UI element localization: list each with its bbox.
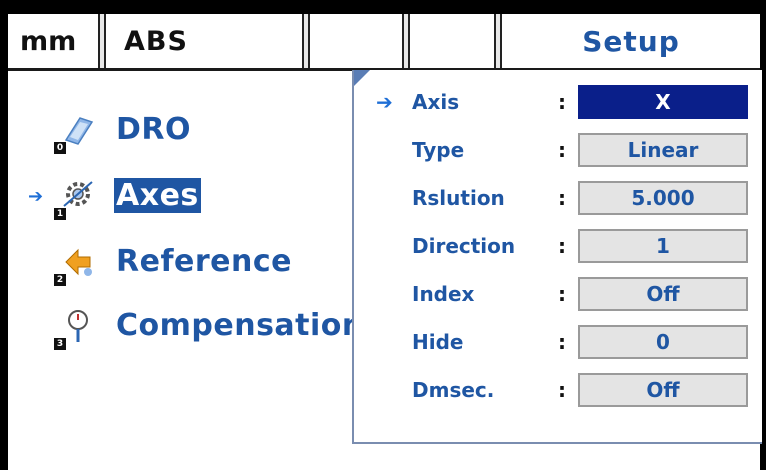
setting-value-field[interactable]: 5.000 xyxy=(578,181,748,215)
menu-number-badge: 0 xyxy=(54,142,66,154)
setting-value-field[interactable]: 0 xyxy=(578,325,748,359)
status-separator xyxy=(402,14,410,68)
status-slot-empty xyxy=(310,14,390,68)
setting-row-resolution[interactable]: Rslution : 5.000 xyxy=(354,176,762,224)
setting-colon: : xyxy=(558,234,566,258)
page-title: Setup xyxy=(582,24,680,58)
menu-label: Axes xyxy=(114,178,201,213)
menu-item-dro[interactable]: 0 DRO xyxy=(8,110,348,158)
setting-row-axis[interactable]: ➔ Axis : X xyxy=(354,80,762,128)
menu-label: DRO xyxy=(116,112,192,147)
setting-label: Hide xyxy=(412,330,464,354)
selection-arrow-icon: ➔ xyxy=(376,90,393,114)
setting-value-field[interactable]: X xyxy=(578,85,748,119)
menu-item-axes[interactable]: ➔ 1 Axes xyxy=(8,176,348,224)
menu-item-compensation[interactable]: 3 Compensation xyxy=(8,306,363,354)
setting-colon: : xyxy=(558,330,566,354)
status-separator xyxy=(302,14,310,68)
menu-label: Reference xyxy=(116,244,292,279)
setting-label: Dmsec. xyxy=(412,378,495,402)
setting-label: Rslution xyxy=(412,186,505,210)
abs-inc-indicator[interactable]: ABS xyxy=(108,14,304,68)
unit-indicator[interactable]: mm xyxy=(8,14,100,68)
setting-colon: : xyxy=(558,378,566,402)
setting-colon: : xyxy=(558,138,566,162)
setting-row-dmsec[interactable]: Dmsec. : Off xyxy=(354,368,762,416)
setting-value-field[interactable]: Off xyxy=(578,277,748,311)
menu-item-reference[interactable]: 2 Reference xyxy=(8,242,348,290)
setting-colon: : xyxy=(558,186,566,210)
setting-row-direction[interactable]: Direction : 1 xyxy=(354,224,762,272)
menu-number-badge: 1 xyxy=(54,208,66,220)
setting-row-index[interactable]: Index : Off xyxy=(354,272,762,320)
setting-value-field[interactable]: Off xyxy=(578,373,748,407)
status-separator xyxy=(98,14,106,68)
menu-number-badge: 3 xyxy=(54,338,66,350)
setting-label: Index xyxy=(412,282,475,306)
setting-value-field[interactable]: Linear xyxy=(578,133,748,167)
setting-colon: : xyxy=(558,90,566,114)
setting-label: Axis xyxy=(412,90,460,114)
status-separator xyxy=(494,14,502,68)
setting-label: Type xyxy=(412,138,465,162)
menu-number-badge: 2 xyxy=(54,274,66,286)
menu-label: Compensation xyxy=(116,308,364,343)
screen: mm ABS Setup 0 DRO ➔ 1 Axes 2 Reference … xyxy=(8,14,762,470)
axis-settings-panel: ➔ Axis : X Type : Linear Rslution : 5.00… xyxy=(352,70,762,444)
status-slot-empty xyxy=(410,14,490,68)
setting-label: Direction xyxy=(412,234,516,258)
selection-arrow-icon: ➔ xyxy=(28,186,44,207)
setting-row-type[interactable]: Type : Linear xyxy=(354,128,762,176)
setting-row-hide[interactable]: Hide : 0 xyxy=(354,320,762,368)
setting-colon: : xyxy=(558,282,566,306)
status-bar: mm ABS Setup xyxy=(8,14,760,71)
setting-value-field[interactable]: 1 xyxy=(578,229,748,263)
